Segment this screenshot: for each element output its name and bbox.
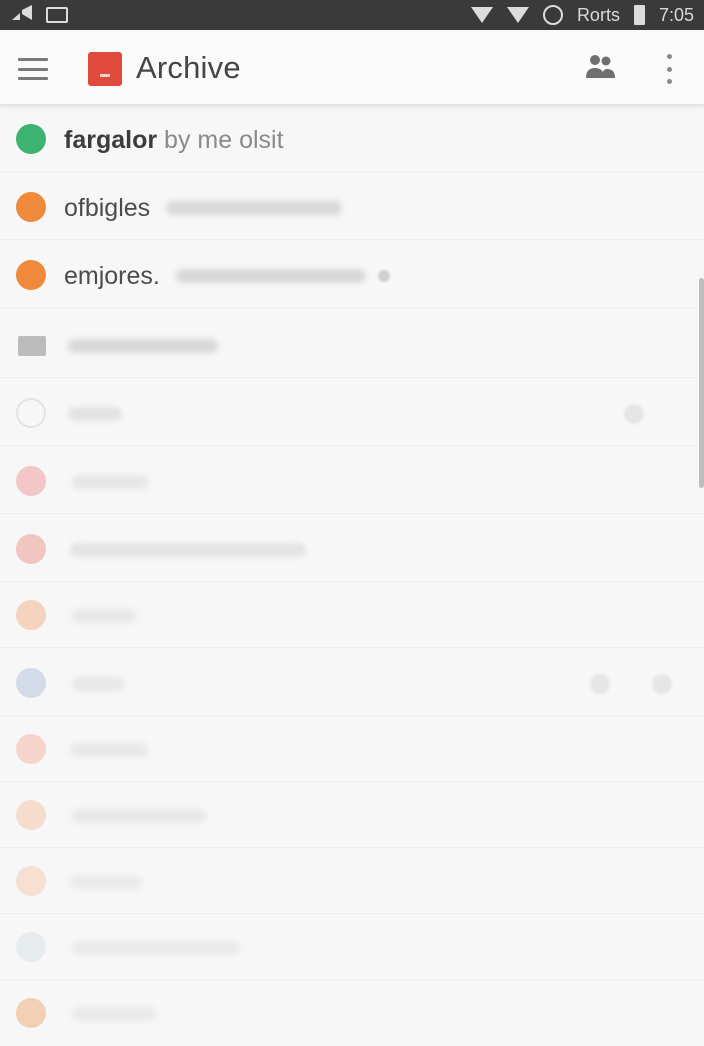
label-icon[interactable] <box>590 674 610 694</box>
list-item[interactable] <box>0 380 704 446</box>
message-snippet: by me olsit <box>164 126 284 154</box>
sender-avatar <box>16 866 46 896</box>
more-options-icon[interactable] <box>664 54 674 84</box>
blurred-label <box>72 1007 156 1021</box>
scrollbar[interactable] <box>699 278 704 488</box>
app-bar: Archive <box>0 30 704 106</box>
blurred-label <box>68 407 122 421</box>
indicator-icon <box>378 270 390 282</box>
account-switcher-icon[interactable] <box>584 52 616 82</box>
list-item[interactable] <box>0 782 704 848</box>
empty-avatar <box>16 398 46 428</box>
blurred-label <box>68 339 218 353</box>
message-list: fargalor by me olsit ofbigles emjores. <box>0 106 704 1028</box>
blurred-label <box>70 743 148 757</box>
list-item[interactable] <box>0 716 704 782</box>
status-bar: Rorts 7:05 <box>0 0 704 30</box>
sender-avatar <box>16 734 46 764</box>
sender-name: emjores. <box>64 262 160 290</box>
status-right-icons: Rorts 7:05 <box>470 4 694 26</box>
sender-name: fargalor <box>64 126 158 154</box>
sender-avatar <box>16 668 46 698</box>
list-item-text: fargalor by me olsit <box>64 126 284 155</box>
blurred-label <box>70 543 306 557</box>
list-item[interactable]: emjores. <box>0 242 704 308</box>
sender-avatar <box>16 260 46 290</box>
list-item-text: emjores. <box>64 262 160 291</box>
sender-avatar <box>16 600 46 630</box>
list-item[interactable] <box>0 448 704 514</box>
signal-icon <box>506 7 529 23</box>
star-icon[interactable] <box>652 674 672 694</box>
blurred-snippet <box>176 269 366 283</box>
blurred-label <box>72 475 148 489</box>
battery-icon <box>633 5 645 25</box>
blurred-label <box>72 609 136 623</box>
star-icon[interactable] <box>624 404 644 424</box>
carrier-label: Rorts <box>576 4 620 25</box>
list-item[interactable] <box>0 980 704 1046</box>
sender-avatar <box>16 466 46 496</box>
blurred-snippet <box>166 201 342 215</box>
notification-icon <box>46 7 68 23</box>
list-item[interactable] <box>0 516 704 582</box>
list-item[interactable]: fargalor by me olsit <box>0 106 704 172</box>
sender-avatar <box>16 534 46 564</box>
sender-name: ofbigles <box>64 194 151 222</box>
clock: 7:05 <box>658 4 694 25</box>
list-item-text: ofbigles <box>64 194 150 223</box>
cast-icon <box>10 4 34 27</box>
blurred-label <box>72 941 240 955</box>
list-item[interactable] <box>0 582 704 648</box>
blurred-label <box>72 809 206 823</box>
app-logo-icon <box>88 52 122 86</box>
list-item[interactable] <box>0 914 704 980</box>
sender-avatar <box>16 192 46 222</box>
page-title: Archive <box>136 50 241 85</box>
blurred-label <box>72 677 124 691</box>
list-item[interactable] <box>0 848 704 914</box>
list-item[interactable] <box>0 650 704 716</box>
status-left-icons <box>10 4 68 27</box>
sender-avatar <box>16 932 46 962</box>
sync-icon <box>542 5 563 25</box>
list-item[interactable]: ofbigles <box>0 174 704 240</box>
mail-icon <box>18 336 46 356</box>
sender-avatar <box>16 124 46 154</box>
list-item[interactable] <box>0 312 704 378</box>
sender-avatar <box>16 800 46 830</box>
wifi-icon <box>470 7 493 23</box>
blurred-label <box>70 875 142 889</box>
hamburger-menu-icon[interactable] <box>18 58 48 80</box>
